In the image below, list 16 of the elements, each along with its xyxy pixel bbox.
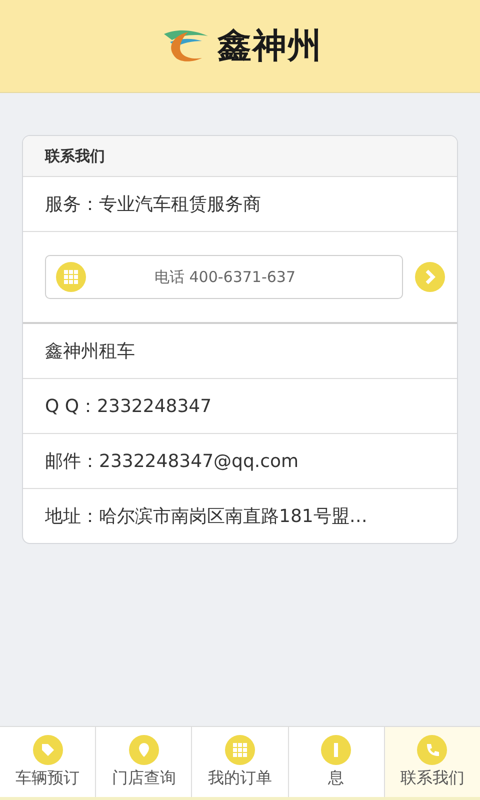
tag-icon	[32, 735, 63, 765]
phone-icon	[417, 735, 448, 765]
logo-text: 鑫神州	[218, 25, 322, 68]
service-text: 服务：专业汽车租赁服务商	[23, 177, 457, 232]
phone-button[interactable]: 电话 400-6371-637	[45, 255, 403, 299]
pin-icon	[128, 735, 159, 765]
info-icon	[321, 735, 352, 765]
card-title: 联系我们	[23, 136, 457, 177]
contact-info-text: 鑫神州租车	[23, 324, 457, 379]
grid-icon	[56, 262, 86, 292]
contact-info-text: 地址：哈尔滨市南岗区南直路181号盟…	[44, 505, 368, 529]
grid-icon	[225, 735, 255, 765]
contact-info-text: Q Q：2332248347	[23, 379, 457, 434]
chevron-icon[interactable]	[415, 262, 445, 292]
contact-info-text: 邮件：2332248347@qq.com	[23, 434, 457, 489]
tab-button[interactable]: 联系我们	[384, 727, 480, 797]
